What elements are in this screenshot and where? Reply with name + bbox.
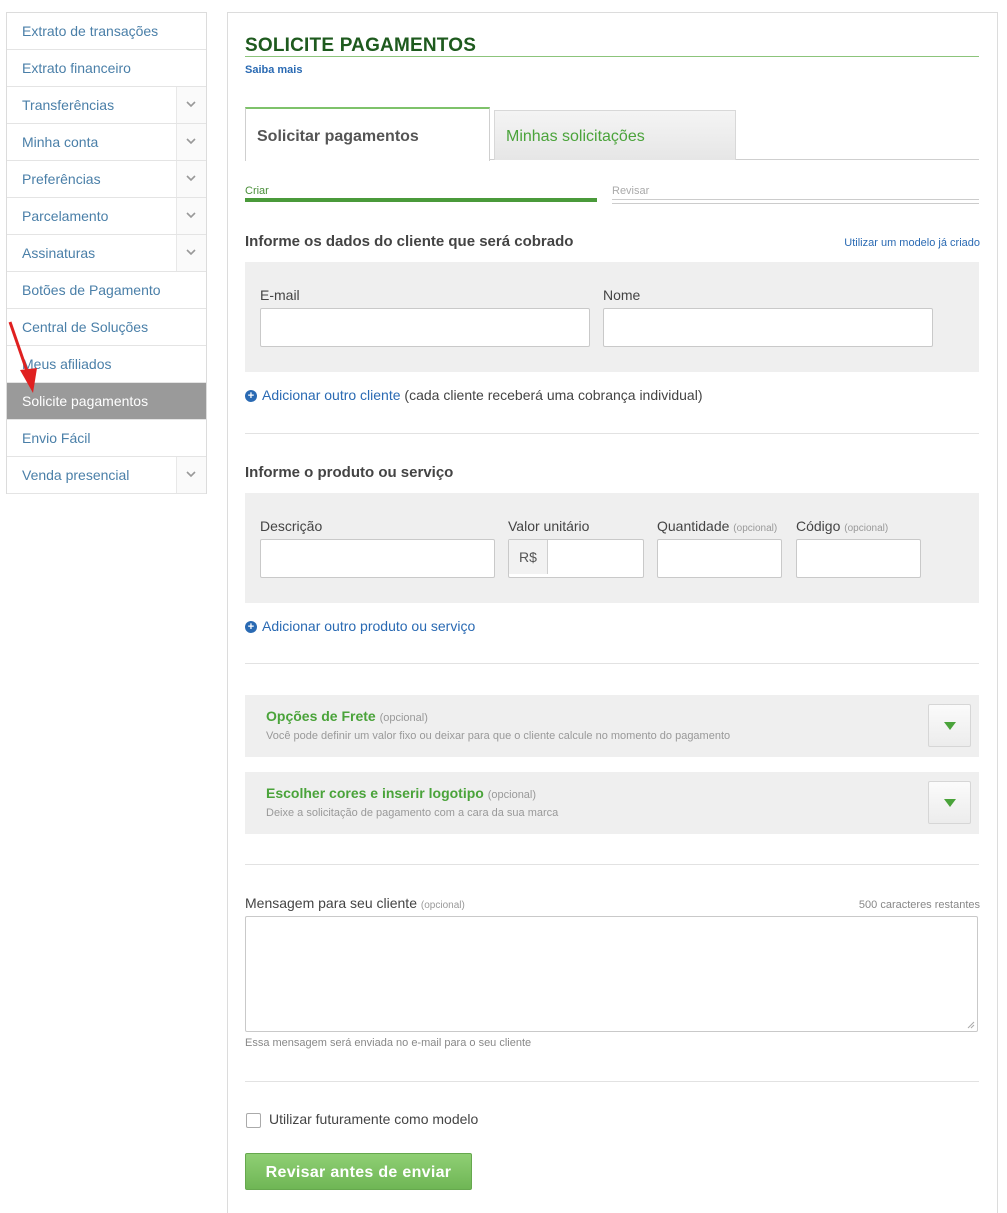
- tab-minhas-solicitacoes[interactable]: Minhas solicitações: [494, 110, 736, 160]
- step-revisar-progress: [612, 199, 979, 204]
- name-field[interactable]: [603, 308, 933, 347]
- sidebar-item-label: Envio Fácil: [22, 430, 91, 446]
- expand-button[interactable]: [928, 704, 971, 747]
- sidebar-item-transferencias[interactable]: Transferências: [7, 87, 206, 124]
- sidebar-item-botoes-pagamento[interactable]: Botões de Pagamento: [7, 272, 206, 309]
- sidebar-item-label: Botões de Pagamento: [22, 282, 161, 298]
- email-label: E-mail: [260, 287, 300, 303]
- use-template-link[interactable]: Utilizar um modelo já criado: [844, 237, 980, 249]
- currency-prefix: R$: [509, 540, 548, 574]
- annotation-arrow-icon: [8, 321, 37, 393]
- description-field[interactable]: [260, 539, 495, 578]
- optional-tag: (opcional): [379, 712, 428, 724]
- chevron-down-icon[interactable]: [176, 87, 206, 123]
- message-label-text: Mensagem para seu cliente: [245, 895, 417, 911]
- plus-circle-icon: +: [245, 390, 257, 402]
- saiba-mais-link[interactable]: Saiba mais: [245, 64, 302, 76]
- sidebar-nav: Extrato de transações Extrato financeiro…: [6, 12, 207, 494]
- sidebar-item-extrato-financeiro[interactable]: Extrato financeiro: [7, 50, 206, 87]
- chevron-down-icon[interactable]: [176, 161, 206, 197]
- sidebar-item-label: Venda presencial: [22, 467, 130, 483]
- optional-tag: (opcional): [487, 789, 537, 801]
- tab-label: Solicitar pagamentos: [257, 128, 419, 145]
- title-divider: [245, 56, 979, 57]
- chevron-down-icon[interactable]: [176, 198, 206, 234]
- message-label: Mensagem para seu cliente (opcional): [245, 895, 465, 911]
- accordion-description: Deixe a solicitação de pagamento com a c…: [266, 807, 559, 819]
- product-section-title: Informe o produto ou serviço: [245, 464, 454, 481]
- sidebar-item-label: Transferências: [22, 97, 115, 113]
- main-panel: SOLICITE PAGAMENTOS Saiba mais Solicitar…: [227, 12, 998, 1213]
- triangle-down-icon: [944, 722, 956, 730]
- accordion-cores-logotipo[interactable]: Escolher cores e inserir logotipo (opcio…: [245, 772, 979, 834]
- sidebar-item-label: Parcelamento: [22, 208, 109, 224]
- accordion-title: Opções de Frete (opcional): [266, 708, 428, 724]
- step-criar-label: Criar: [245, 185, 269, 197]
- unit-value-field[interactable]: R$: [508, 539, 644, 578]
- accordion-title: Escolher cores e inserir logotipo (opcio…: [266, 785, 536, 801]
- sidebar-item-parcelamento[interactable]: Parcelamento: [7, 198, 206, 235]
- step-revisar-label: Revisar: [612, 185, 650, 197]
- message-help-text: Essa mensagem será enviada no e-mail par…: [245, 1037, 532, 1049]
- message-textarea[interactable]: [245, 916, 978, 1032]
- add-client-note: (cada cliente receberá uma cobrança indi…: [404, 387, 703, 403]
- quantity-field[interactable]: [657, 539, 782, 578]
- triangle-down-icon: [944, 799, 956, 807]
- client-section-title: Informe os dados do cliente que será cob…: [245, 233, 574, 250]
- sidebar-item-minha-conta[interactable]: Minha conta: [7, 124, 206, 161]
- sidebar-item-extrato-transacoes[interactable]: Extrato de transações: [7, 13, 206, 50]
- quantity-label-text: Quantidade: [657, 518, 730, 534]
- review-before-send-button[interactable]: Revisar antes de enviar: [245, 1153, 472, 1190]
- sidebar-item-assinaturas[interactable]: Assinaturas: [7, 235, 206, 272]
- unit-value-label: Valor unitário: [508, 518, 590, 534]
- sidebar-item-label: Assinaturas: [22, 245, 96, 261]
- add-product-label: Adicionar outro produto ou serviço: [262, 618, 476, 634]
- accordion-title-text: Opções de Frete: [266, 708, 376, 724]
- quantity-label: Quantidade (opcional): [657, 518, 777, 534]
- chevron-down-icon[interactable]: [176, 457, 206, 493]
- code-label: Código (opcional): [796, 518, 888, 534]
- sidebar-item-label: Preferências: [22, 171, 101, 187]
- tab-solicitar-pagamentos[interactable]: Solicitar pagamentos: [245, 107, 490, 161]
- code-label-text: Código: [796, 518, 841, 534]
- email-field[interactable]: [260, 308, 590, 347]
- sidebar-item-label: Extrato de transações: [22, 23, 159, 39]
- sidebar-item-label: Minha conta: [22, 134, 99, 150]
- sidebar-item-label: Extrato financeiro: [22, 60, 131, 76]
- divider: [245, 864, 979, 865]
- divider: [245, 433, 979, 434]
- chevron-down-icon[interactable]: [176, 124, 206, 160]
- accordion-title-text: Escolher cores e inserir logotipo: [266, 785, 484, 801]
- divider: [245, 663, 979, 664]
- optional-tag: (opcional): [420, 900, 465, 911]
- plus-circle-icon: +: [245, 621, 257, 633]
- description-label: Descrição: [260, 518, 323, 534]
- save-template-checkbox[interactable]: [246, 1113, 261, 1128]
- name-label: Nome: [603, 287, 641, 303]
- page-title: SOLICITE PAGAMENTOS: [245, 35, 477, 56]
- divider: [245, 1081, 979, 1082]
- step-criar-progress: [245, 198, 597, 202]
- chevron-down-icon[interactable]: [176, 235, 206, 271]
- sidebar-item-venda-presencial[interactable]: Venda presencial: [7, 457, 206, 494]
- save-template-label[interactable]: Utilizar futuramente como modelo: [269, 1111, 478, 1127]
- add-client-link[interactable]: + Adicionar outro cliente (cada cliente r…: [245, 387, 702, 403]
- code-field[interactable]: [796, 539, 921, 578]
- sidebar-item-envio-facil[interactable]: Envio Fácil: [7, 420, 206, 457]
- expand-button[interactable]: [928, 781, 971, 824]
- tab-label: Minhas solicitações: [506, 128, 645, 145]
- accordion-description: Você pode definir um valor fixo ou deixa…: [266, 730, 731, 742]
- character-counter: 500 caracteres restantes: [858, 899, 980, 911]
- resize-grip-icon[interactable]: [967, 1021, 975, 1029]
- optional-tag: (opcional): [733, 523, 778, 534]
- optional-tag: (opcional): [844, 523, 889, 534]
- accordion-frete[interactable]: Opções de Frete (opcional) Você pode def…: [245, 695, 979, 757]
- add-client-label: Adicionar outro cliente: [262, 387, 401, 403]
- sidebar-item-preferencias[interactable]: Preferências: [7, 161, 206, 198]
- add-product-link[interactable]: + Adicionar outro produto ou serviço: [245, 618, 475, 634]
